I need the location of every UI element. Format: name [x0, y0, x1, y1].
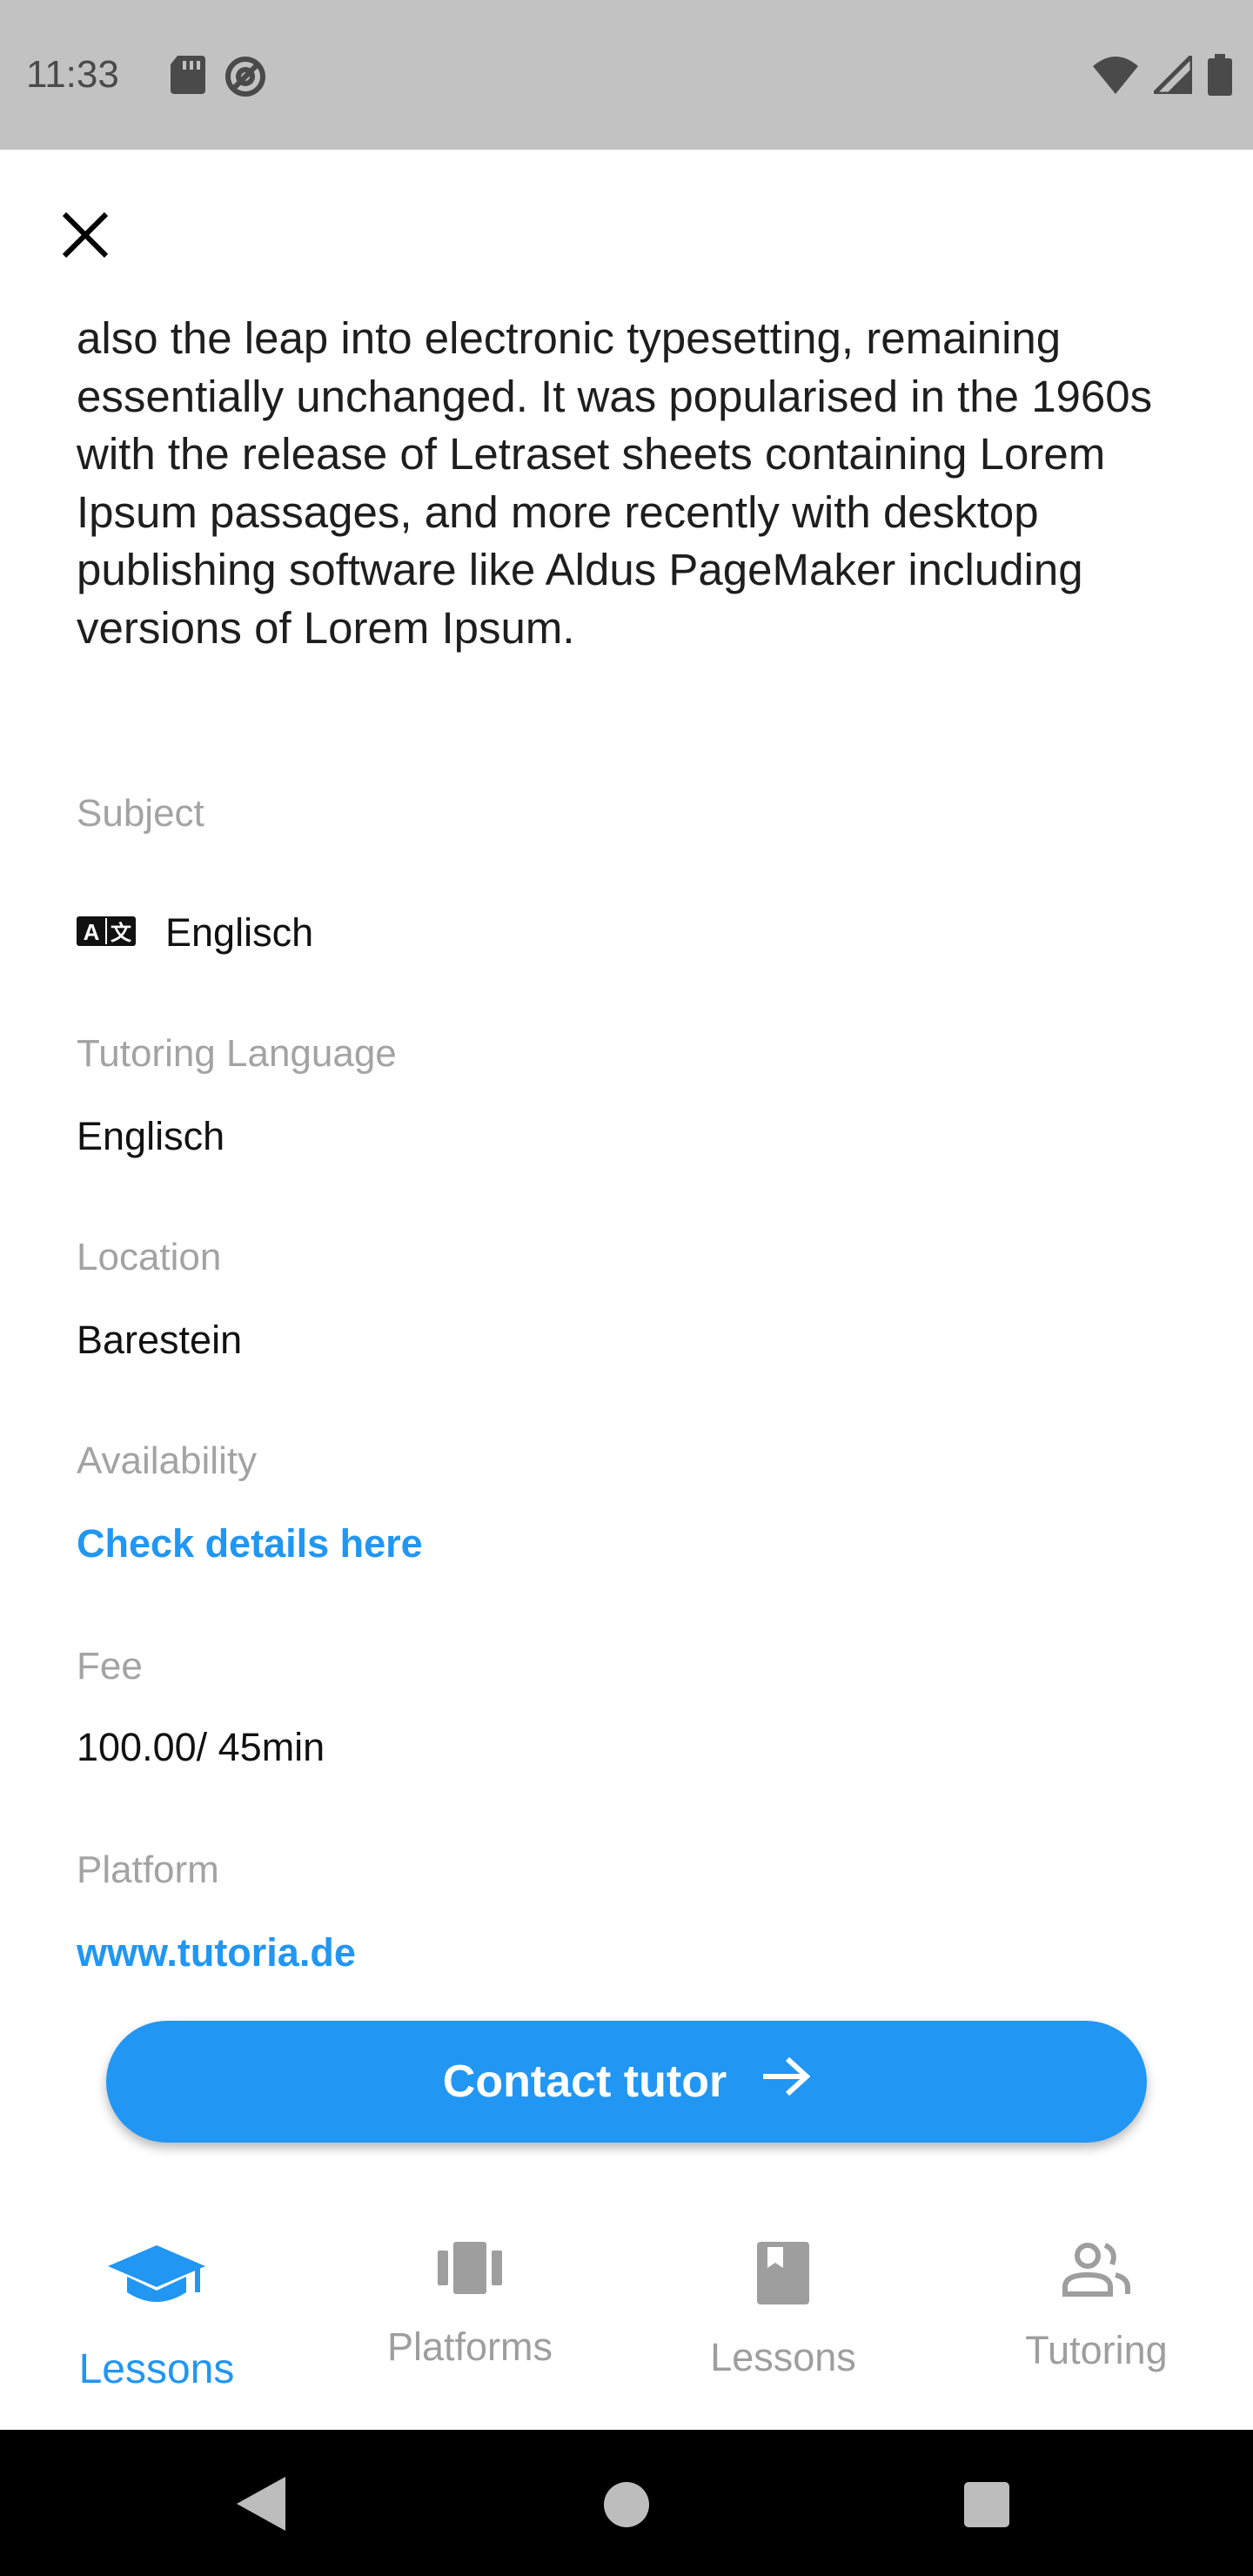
nav-item-platforms[interactable]: Platforms [313, 2193, 626, 2430]
sd-card-icon [171, 56, 205, 102]
at-sign-icon [224, 56, 266, 102]
description-text: also the leap into electronic typesettin… [77, 313, 1153, 653]
platform-link[interactable]: www.tutoria.de [77, 1930, 356, 1976]
platform-label: Platform [77, 1848, 219, 1891]
fee-label: Fee [77, 1645, 143, 1687]
cell-signal-icon [1148, 50, 1195, 98]
wifi-icon [1093, 56, 1138, 98]
nav-item-tutoring[interactable]: Tutoring [940, 2193, 1253, 2430]
arrow-right-icon [761, 2056, 811, 2109]
close-button[interactable] [50, 202, 120, 272]
carousel-icon [438, 2242, 502, 2298]
nav-item-lessons-2[interactable]: Lessons [626, 2193, 940, 2430]
svg-text:文: 文 [111, 921, 132, 945]
location-label: Location [77, 1236, 222, 1278]
subject-value: Englisch [165, 910, 314, 955]
availability-label: Availability [77, 1439, 258, 1482]
bottom-navigation: Lessons Platforms Lessons Tutoring [0, 2193, 1253, 2430]
contact-tutor-button[interactable]: Contact tutor [106, 2021, 1147, 2143]
people-icon [1062, 2242, 1131, 2302]
back-icon[interactable] [237, 2477, 285, 2535]
recent-apps-icon[interactable] [964, 2482, 1009, 2527]
subject-label: Subject [77, 792, 204, 835]
tutoring-language-label: Tutoring Language [77, 1032, 397, 1075]
contact-tutor-label: Contact tutor [442, 2056, 727, 2107]
nav-label-lessons-2: Lessons [710, 2335, 856, 2379]
nav-label-tutoring: Tutoring [1025, 2328, 1168, 2372]
status-bar: 11:33 [0, 0, 1253, 150]
subject-row: A文 Englisch [77, 910, 313, 956]
home-icon[interactable] [604, 2482, 649, 2527]
svg-text:A: A [84, 919, 100, 945]
nav-label-platforms: Platforms [386, 2324, 553, 2369]
close-icon [61, 211, 110, 264]
status-time: 11:33 [26, 53, 119, 96]
location-value: Barestein [77, 1318, 243, 1362]
nav-item-lessons[interactable]: Lessons [0, 2193, 313, 2430]
system-navigation-bar [0, 2430, 1253, 2576]
availability-link[interactable]: Check details here [77, 1521, 423, 1566]
battery-icon [1208, 54, 1232, 100]
nav-label-lessons: Lessons [78, 2346, 235, 2392]
book-icon [757, 2242, 809, 2309]
graduation-cap-icon [108, 2242, 205, 2316]
translate-icon: A文 [77, 916, 136, 950]
fee-value: 100.00/ 45min [77, 1725, 325, 1769]
tutoring-language-value: Englisch [77, 1114, 225, 1158]
